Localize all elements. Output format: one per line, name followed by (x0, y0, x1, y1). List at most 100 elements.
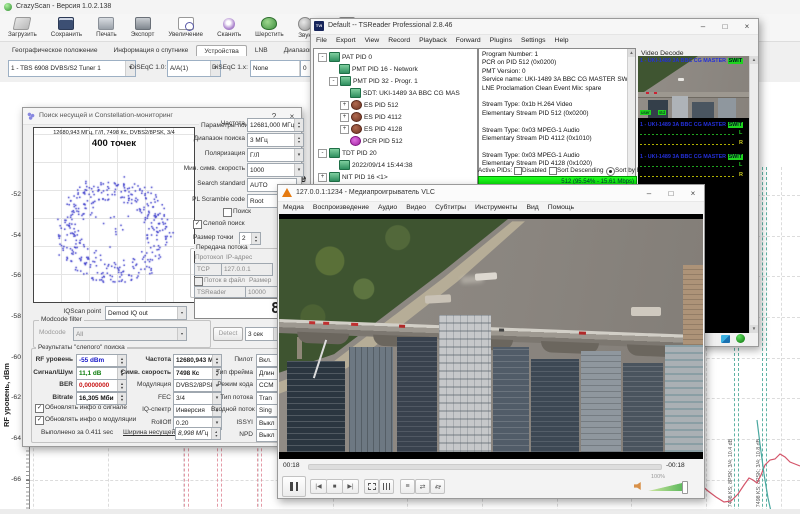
tree-item[interactable]: -TDT PID 20 (316, 147, 477, 159)
minimize-button[interactable]: – (642, 189, 656, 198)
vlc-titlebar[interactable]: 127.0.0.1:1234 - Медиапроигрыватель VLC … (278, 185, 704, 202)
chevron-down-icon[interactable]: ▾ (177, 307, 186, 319)
menu-settings[interactable]: Settings (521, 37, 546, 44)
tab-lnb[interactable]: LNB (247, 44, 276, 56)
volume-knob[interactable] (682, 481, 688, 494)
scrollbar[interactable]: ▲▼ (627, 49, 635, 184)
modcode-select[interactable]: All▾ (73, 327, 187, 341)
fullscreen-button[interactable] (364, 479, 379, 494)
tab-информация-о-спутнике[interactable]: Информация о спутнике (106, 44, 197, 56)
tree-item[interactable]: SDT: UKI-1489 3A BBC CG MAS (316, 87, 477, 99)
menu-playback[interactable]: Playback (419, 37, 447, 44)
menu-forward[interactable]: Forward (456, 37, 481, 44)
extended-settings-button[interactable] (379, 479, 394, 494)
blind-search-checkbox[interactable]: ✓ (193, 220, 202, 229)
toolbar-button-zoom[interactable]: Увеличение (166, 16, 205, 39)
scrollbar[interactable]: ▲▼ (749, 56, 758, 333)
tree-item[interactable]: PCR PID 512 (316, 135, 477, 147)
tree-item[interactable]: PMT PID 16 - Network (316, 63, 477, 75)
collapse-icon[interactable]: - (329, 77, 338, 86)
minimize-button[interactable]: – (696, 22, 710, 31)
menu-view[interactable]: View (365, 37, 380, 44)
param-input-1[interactable]: 3 МГц▴▾ (247, 133, 304, 147)
menu-help[interactable]: Help (555, 37, 569, 44)
param-input-2[interactable]: Г/Л▾ (247, 148, 304, 162)
scroll-down-icon[interactable]: ▼ (750, 325, 758, 333)
expand-icon[interactable]: + (318, 173, 327, 182)
tree-item[interactable]: +ES PID 4112 (316, 111, 477, 123)
maximize-button[interactable]: □ (718, 22, 732, 31)
search-checkbox[interactable] (223, 208, 232, 217)
stop-button[interactable]: ■ (326, 479, 343, 494)
loop-button[interactable]: ⇄ (415, 479, 430, 494)
volume-icon[interactable] (634, 482, 643, 490)
pause-button[interactable] (282, 476, 306, 497)
scroll-up-icon[interactable]: ▲ (628, 49, 635, 57)
tree-item[interactable]: +ES PID 4128 (316, 123, 477, 135)
carrier-width-link[interactable]: Ширина несущей (123, 429, 175, 436)
close-button[interactable]: × (686, 189, 700, 198)
maximize-button[interactable]: □ (664, 189, 678, 198)
menu-воспроизведение[interactable]: Воспроизведение (313, 204, 369, 211)
collapse-icon[interactable]: - (318, 149, 327, 158)
menu-инструменты[interactable]: Инструменты (475, 204, 517, 211)
volume-slider[interactable] (648, 482, 686, 491)
menu-вид[interactable]: Вид (526, 204, 538, 211)
previous-button[interactable]: |◀ (310, 479, 327, 494)
video-frame[interactable] (279, 214, 703, 459)
menu-помощь[interactable]: Помощь (548, 204, 574, 211)
playlist-button[interactable]: ≡ (400, 479, 415, 494)
expand-icon[interactable]: + (340, 101, 349, 110)
spinner-icon[interactable]: ▴▾ (211, 428, 220, 439)
menu-субтитры[interactable]: Субтитры (435, 204, 466, 211)
menu-plugins[interactable]: Plugins (490, 37, 512, 44)
chevron-down-icon[interactable]: ▾ (177, 328, 186, 340)
expand-icon[interactable]: + (340, 125, 349, 134)
ip-select[interactable]: 127.0.0.1 (221, 263, 273, 276)
collapse-icon[interactable]: - (318, 53, 327, 62)
next-button[interactable]: ▶| (342, 479, 359, 494)
shuffle-button[interactable]: ⇄ (430, 479, 445, 494)
param-input-3[interactable]: 1000▾ (247, 163, 304, 177)
tsreader-titlebar[interactable]: TVI Default -- TSReader Professional 2.8… (311, 19, 758, 35)
toolbar-button-load[interactable]: Загрузить (6, 16, 39, 39)
scroll-up-icon[interactable]: ▲ (750, 56, 758, 64)
menu-видео[interactable]: Видео (406, 204, 426, 211)
chevron-down-icon[interactable]: ▾ (294, 164, 303, 176)
chevron-down-icon[interactable]: ▾ (294, 149, 303, 161)
protocol-select[interactable]: TCP (194, 263, 224, 276)
toolbar-button-scan[interactable]: Сканить (215, 17, 243, 39)
reader-select[interactable]: TSReader (194, 286, 246, 298)
tree-item[interactable]: 2022/09/14 15:44:38 (316, 159, 477, 171)
update-signal-checkbox[interactable]: ✓ (35, 404, 44, 413)
toolbar-button-save[interactable]: Сохранить (49, 16, 84, 39)
toolbar-button-print[interactable]: Печать (94, 16, 119, 39)
tree-item[interactable]: +ES PID 512 (316, 99, 477, 111)
sort-descending-checkbox[interactable] (549, 167, 557, 175)
stream-to-file-checkbox[interactable] (194, 277, 203, 286)
spinner-icon[interactable]: ▴▾ (294, 134, 303, 146)
expand-icon[interactable]: + (340, 113, 349, 122)
toolbar-button-crawl[interactable]: Шерстить (253, 16, 286, 39)
seek-slider[interactable] (308, 464, 662, 470)
carrier-width-input[interactable]: 8,998 МГц▴▾ (175, 427, 221, 440)
toolbar-button-export[interactable]: Экспорт (129, 16, 157, 39)
menu-медиа[interactable]: Медиа (283, 204, 304, 211)
detect-button[interactable]: Detect (213, 327, 243, 341)
spinner-icon[interactable]: ▴▾ (251, 233, 260, 244)
iqscan-select[interactable]: Demod IQ out▾ (105, 306, 187, 320)
tuner-select[interactable]: 1 - TBS 6908 DVBS/S2 Tuner 1▼ (8, 60, 136, 77)
close-button[interactable]: × (740, 22, 754, 31)
spinner-icon[interactable]: ▴▾ (294, 119, 303, 131)
tree-item[interactable]: -PMT PID 32 - Progr. 1 (316, 75, 477, 87)
menu-export[interactable]: Export (336, 37, 356, 44)
menu-file[interactable]: File (316, 37, 327, 44)
param-input-0[interactable]: 12681,000 МГц▴▾ (247, 118, 304, 132)
menu-аудио[interactable]: Аудио (378, 204, 397, 211)
menu-record[interactable]: Record (388, 37, 410, 44)
tab-географическое-положение[interactable]: Географическое положение (4, 44, 106, 56)
disabled-checkbox[interactable] (514, 167, 522, 175)
sort-by-rate-radio[interactable] (606, 167, 615, 176)
tree-item[interactable]: -PAT PID 0 (316, 51, 477, 63)
tree-item[interactable]: +NIT PID 16 <1> (316, 171, 477, 183)
